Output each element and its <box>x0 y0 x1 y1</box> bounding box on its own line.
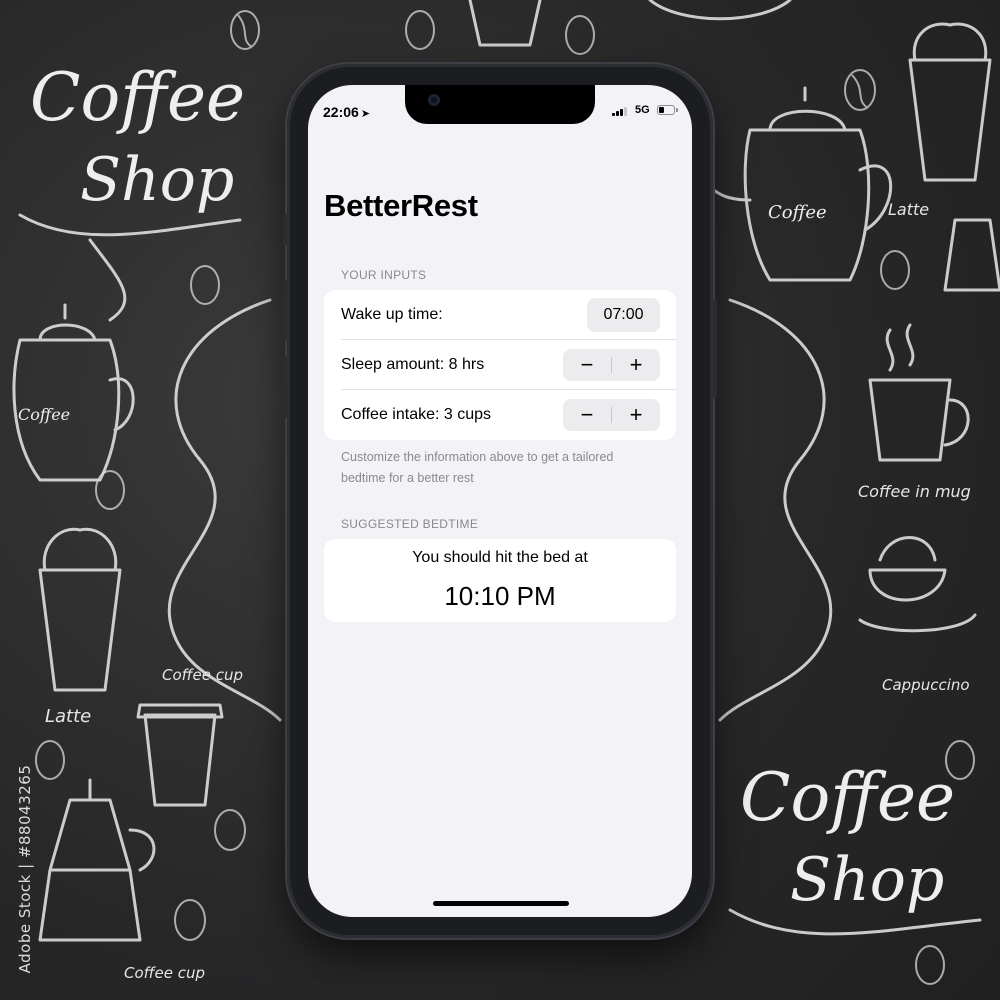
section-header-bedtime: SUGGESTED BEDTIME <box>341 517 479 531</box>
inputs-footer-note: Customize the information above to get a… <box>341 450 614 485</box>
swirl-left-icon <box>167 298 282 722</box>
coffee-pot-left-icon <box>12 303 135 482</box>
mute-switch <box>283 214 287 246</box>
logo-coffee-bottom: Coffee <box>740 759 955 836</box>
pot-label-left: Coffee <box>18 405 70 424</box>
coffee-increment-button[interactable]: + <box>612 399 660 431</box>
label-latte-left: Latte <box>45 706 91 727</box>
stock-watermark: Adobe Stock | #88043265 <box>10 760 34 990</box>
top-cups-icon <box>468 0 792 47</box>
coffee-pot-right-icon <box>698 86 893 282</box>
iphone-frame: 22:06 ➤ 5G BetterRest YOUR INPUTS Wake up… <box>283 64 717 938</box>
logo-shop-top: Shop <box>80 145 234 215</box>
takeaway-cup-icon <box>136 703 224 807</box>
cellular-signal-icon <box>612 106 628 116</box>
wake-up-label: Wake up time: <box>341 306 443 323</box>
logo-coffee-top: Coffee <box>30 59 245 136</box>
inputs-card: Wake up time: 07:00 Sleep amount: 8 hrs … <box>324 290 676 440</box>
coffee-intake-stepper: − + <box>563 399 660 431</box>
label-cappuccino: Cappuccino <box>882 676 970 694</box>
sleep-amount-row: Sleep amount: 8 hrs − + <box>324 340 676 390</box>
battery-level <box>659 107 664 113</box>
home-indicator[interactable] <box>433 901 569 906</box>
swirl-right-icon <box>718 298 833 722</box>
label-coffee-cup: Coffee cup <box>162 666 243 684</box>
camera-icon <box>428 94 440 106</box>
battery-icon <box>657 105 678 115</box>
coffee-decrement-button[interactable]: − <box>563 399 611 431</box>
sleep-decrement-button[interactable]: − <box>563 349 611 381</box>
page-title: BetterRest <box>324 188 478 223</box>
volume-up-button <box>283 279 287 341</box>
sleep-amount-stepper: − + <box>563 349 660 381</box>
coffee-intake-label: Coffee intake: 3 cups <box>341 406 492 423</box>
moka-pot-left-icon <box>38 778 156 942</box>
latte-glass-left-icon <box>38 527 122 692</box>
status-time-text: 22:06 <box>323 104 359 120</box>
cappuccino-cup-icon <box>858 536 977 633</box>
logo-shop-bottom: Shop <box>790 845 944 915</box>
section-header-inputs: YOUR INPUTS <box>341 268 427 282</box>
app-screen: 22:06 ➤ 5G BetterRest YOUR INPUTS Wake up… <box>308 85 692 917</box>
bedtime-card: You should hit the bed at 10:10 PM <box>324 539 676 622</box>
sleep-increment-button[interactable]: + <box>612 349 660 381</box>
wake-up-time-picker[interactable]: 07:00 <box>587 298 660 332</box>
bedtime-value: 10:10 PM <box>444 581 556 611</box>
coffee-mug-icon <box>868 323 970 462</box>
coffee-intake-row: Coffee intake: 3 cups − + <box>324 390 676 440</box>
power-button <box>713 299 717 399</box>
location-arrow-icon: ➤ <box>360 108 371 120</box>
volume-down-button <box>283 356 287 418</box>
pot-label-right: Coffee <box>768 202 827 223</box>
label-latte-top: Latte <box>888 200 929 219</box>
moka-pot-right-icon <box>943 218 1000 292</box>
watermark-text: Adobe Stock | #88043265 <box>16 764 34 974</box>
label-coffee-cup-bottom: Coffee cup <box>124 964 205 982</box>
status-time: 22:06 ➤ <box>323 104 370 120</box>
sleep-amount-label: Sleep amount: 8 hrs <box>341 356 485 373</box>
bedtime-prompt: You should hit the bed at <box>412 549 588 566</box>
latte-glass-top-icon <box>908 22 992 182</box>
notch <box>405 85 595 124</box>
network-type: 5G <box>635 104 650 116</box>
wake-up-row: Wake up time: 07:00 <box>324 290 676 340</box>
label-coffee-in-mug: Coffee in mug <box>858 482 971 501</box>
